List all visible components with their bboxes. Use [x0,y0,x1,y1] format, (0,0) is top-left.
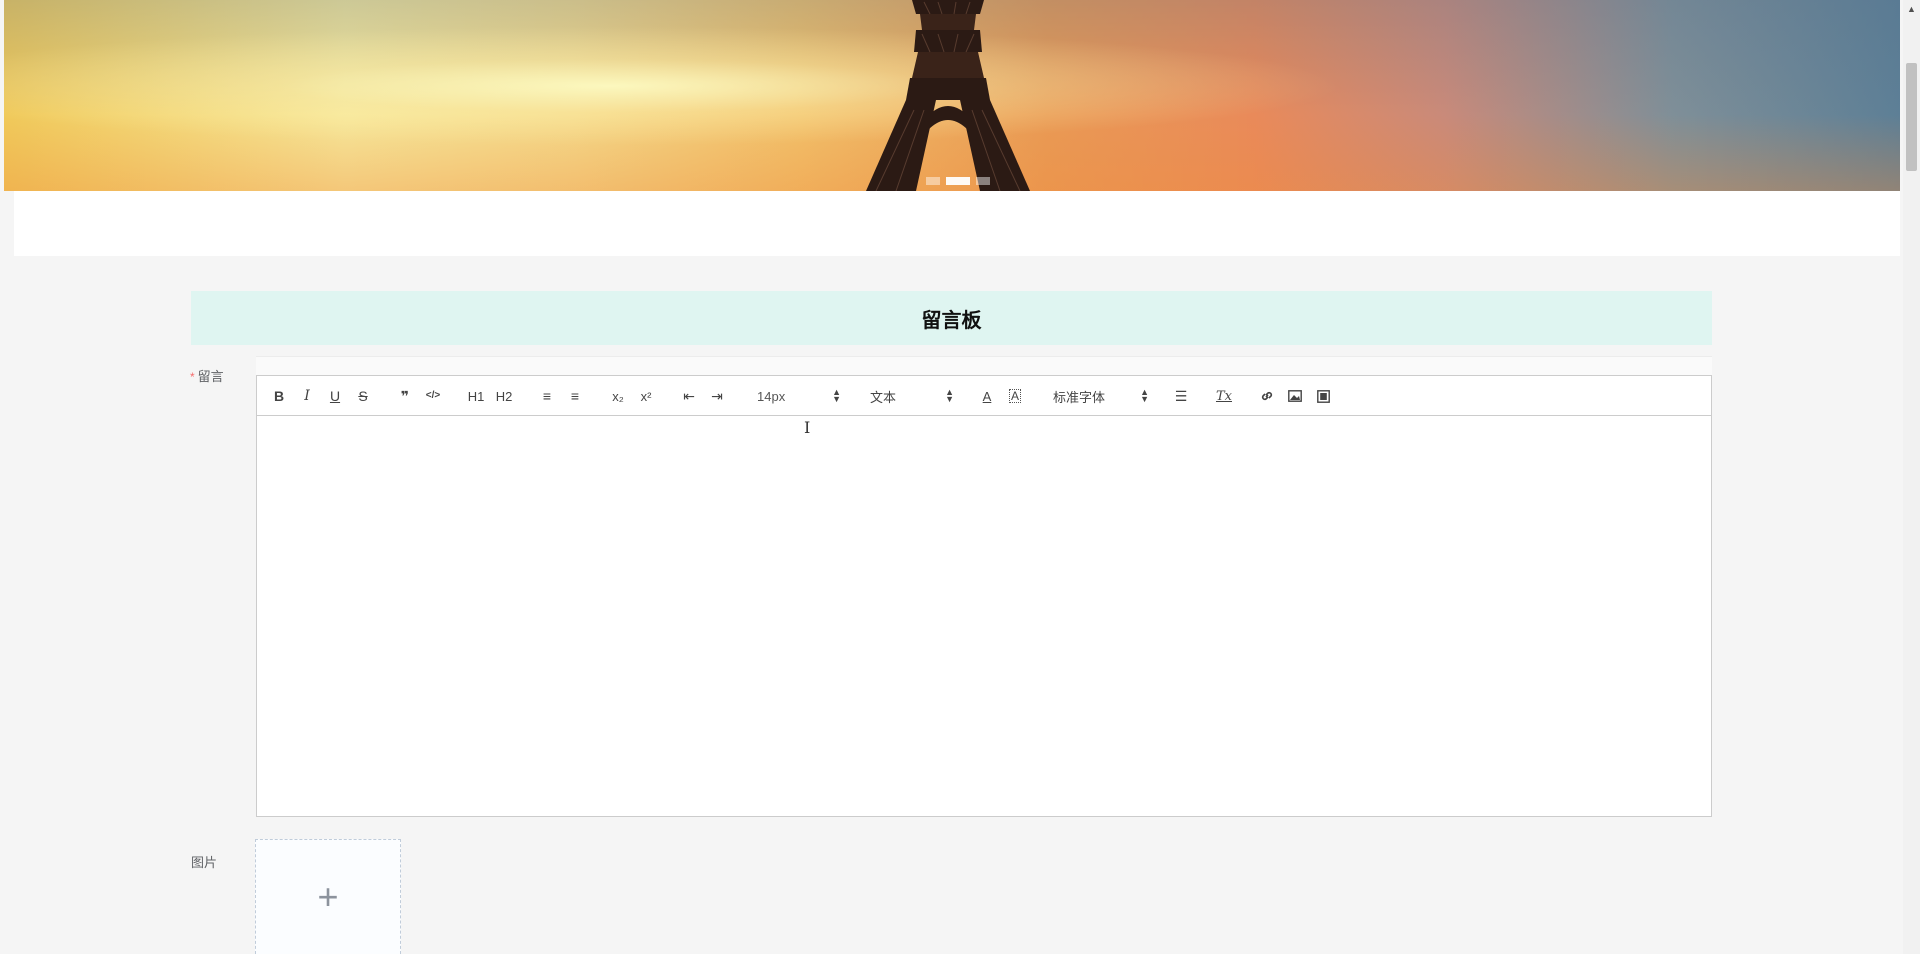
clear-format-icon: Tx [1215,388,1232,404]
message-label: * 留言 [190,366,224,385]
editor-content-area[interactable] [257,416,1711,816]
font-size-picker[interactable]: 14px ▲ ▼ [757,376,841,416]
align-icon: ☰ [1174,388,1188,404]
carousel-dot[interactable] [926,177,940,185]
background-color-icon: A [1008,389,1021,403]
scroll-thumb[interactable] [1906,63,1917,171]
code-block-button[interactable]: </> [421,376,445,416]
link-icon [1261,391,1273,401]
carousel-dot[interactable] [976,177,990,185]
rich-text-editor: B I U S ❞ </> H1 H2 ≡ ≡ x₂ x² ⇤ ⇥ 14px ▲… [256,375,1712,817]
page-title: 留言板 [921,309,982,332]
text-cursor-icon: I [804,418,811,437]
underline-icon: U [329,388,341,404]
outdent-icon: ⇤ [683,388,695,404]
video-icon [1316,389,1330,403]
banner-bottom-panel [14,191,1900,256]
hero-carousel[interactable] [4,0,1900,191]
subscript-icon: x₂ [612,388,624,404]
carousel-indicators [926,177,990,185]
header2-icon: H2 [495,388,513,404]
code-icon: </> [425,390,441,401]
font-family-value: 标准字体 [1053,389,1106,405]
picker-arrows-icon: ▲ ▼ [945,387,954,404]
image-label: 图片 [191,855,218,870]
editor-toolbar: B I U S ❞ </> H1 H2 ≡ ≡ x₂ x² ⇤ ⇥ 14px ▲… [257,376,1711,416]
video-button[interactable] [1311,376,1335,416]
italic-icon: I [304,388,310,404]
bold-icon: B [273,388,285,404]
editor-top-strip [256,356,1712,375]
italic-button[interactable]: I [295,376,319,416]
header1-icon: H1 [467,388,485,404]
header1-button[interactable]: H1 [464,376,488,416]
message-label-text: 留言 [197,369,224,384]
link-button[interactable] [1255,376,1279,416]
header2-button[interactable]: H2 [492,376,516,416]
image-upload-button[interactable]: + [255,839,401,954]
picker-arrows-icon: ▲ ▼ [1140,387,1149,404]
ordered-list-button[interactable]: ≡ [535,376,559,416]
image-icon [1288,390,1302,402]
strike-icon: S [358,388,368,404]
outdent-button[interactable]: ⇤ [677,376,701,416]
image-button[interactable] [1283,376,1307,416]
text-color-icon: A [982,388,992,404]
eiffel-tower-image [866,0,1030,191]
bullet-list-button[interactable]: ≡ [563,376,587,416]
background-color-button[interactable]: A [1003,376,1027,416]
ordered-list-icon: ≡ [542,388,552,404]
superscript-icon: x² [640,388,652,404]
align-button[interactable]: ☰ [1169,376,1193,416]
page-scrollbar[interactable]: ▲ [1903,0,1920,954]
indent-button[interactable]: ⇥ [705,376,729,416]
blockquote-icon: ❞ [400,388,410,404]
plus-icon: + [317,876,339,917]
text-color-button[interactable]: A [975,376,999,416]
superscript-button[interactable]: x² [634,376,658,416]
font-family-picker[interactable]: 标准字体 ▲ ▼ [1053,376,1149,416]
font-size-value: 14px [757,388,786,404]
underline-button[interactable]: U [323,376,347,416]
subscript-button[interactable]: x₂ [606,376,630,416]
required-mark: * [190,370,195,384]
header-picker-value: 文本 [870,389,897,405]
carousel-dot-active[interactable] [946,177,970,185]
bold-button[interactable]: B [267,376,291,416]
message-board-title: 留言板 [191,291,1712,345]
strike-button[interactable]: S [351,376,375,416]
picker-arrows-icon: ▲ ▼ [832,387,841,404]
header-picker[interactable]: 文本 ▲ ▼ [870,376,954,416]
scroll-up-arrow-icon[interactable]: ▲ [1903,0,1920,17]
indent-icon: ⇥ [711,388,723,404]
bullet-list-icon: ≡ [570,388,580,404]
clear-format-button[interactable]: Tx [1212,376,1236,416]
blockquote-button[interactable]: ❞ [393,376,417,416]
